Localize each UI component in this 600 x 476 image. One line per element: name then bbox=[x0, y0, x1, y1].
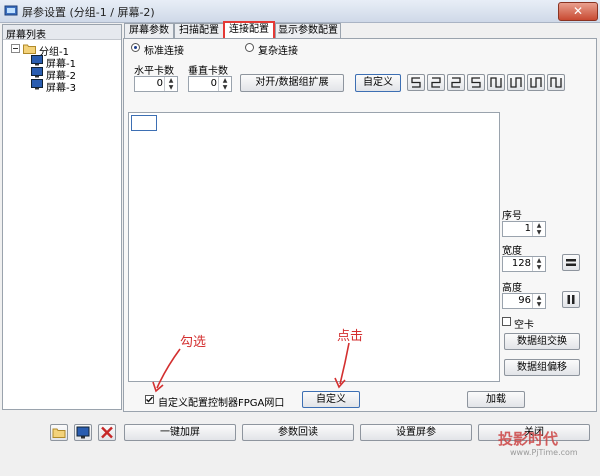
height-value: 96 bbox=[518, 295, 531, 306]
wiring-pattern-4-button[interactable] bbox=[467, 74, 485, 91]
height-label: 高度 bbox=[502, 283, 522, 294]
spin-arrows-icon[interactable]: ▲ ▼ bbox=[532, 257, 545, 271]
snake-up-left-icon bbox=[451, 77, 461, 88]
custom-fpga-button[interactable]: 自定义 bbox=[302, 391, 360, 408]
delete-button[interactable] bbox=[98, 424, 116, 441]
screen-list-header: 屏幕列表 bbox=[3, 25, 121, 41]
custom-connection-button[interactable]: 自定义 bbox=[355, 74, 401, 92]
v-cards-label: 垂直卡数 bbox=[188, 66, 228, 77]
complex-connection-label: 复杂连接 bbox=[258, 46, 298, 57]
h-cards-spinbox[interactable]: 0 ▲ ▼ bbox=[134, 76, 178, 92]
h-cards-label: 水平卡数 bbox=[134, 66, 174, 77]
spin-arrows-icon[interactable]: ▲ ▼ bbox=[164, 77, 177, 91]
wiring-pattern-5-button[interactable] bbox=[487, 74, 505, 91]
snake-left-icon bbox=[411, 77, 421, 88]
watermark-logo-text: 投影时代 bbox=[498, 430, 559, 448]
tab-scan-config[interactable]: 扫描配置 bbox=[174, 23, 224, 38]
set-params-button[interactable]: 设置屏参 bbox=[360, 424, 472, 441]
v-cards-value: 0 bbox=[210, 78, 217, 89]
custom-fpga-label: 自定义配置控制器FPGA网口 bbox=[158, 398, 285, 409]
connection-config-panel: 标准连接 复杂连接 水平卡数 0 ▲ ▼ 垂直卡数 0 ▲ ▼ 对开/数据组扩展 自… bbox=[123, 38, 597, 412]
folder-icon bbox=[23, 44, 36, 54]
wiring-pattern-7-button[interactable] bbox=[527, 74, 545, 91]
h-cards-value: 0 bbox=[156, 78, 163, 89]
snake-vertical-3-icon bbox=[530, 77, 542, 88]
snake-up-right-icon bbox=[471, 77, 481, 88]
index-value: 1 bbox=[524, 223, 531, 234]
wiring-pattern-2-button[interactable] bbox=[427, 74, 445, 91]
tab-screen-params[interactable]: 屏幕参数 bbox=[124, 23, 174, 38]
expand-data-group-button[interactable]: 对开/数据组扩展 bbox=[240, 74, 344, 92]
empty-card-checkbox[interactable]: 空卡 bbox=[502, 316, 552, 331]
index-label: 序号 bbox=[502, 211, 522, 222]
screen-list-title: 屏幕列表 bbox=[6, 30, 46, 41]
annotation-arrow-icon bbox=[334, 342, 350, 389]
spin-arrows-icon[interactable]: ▲ ▼ bbox=[218, 77, 231, 91]
screen-label-3: 屏幕-3 bbox=[46, 83, 76, 94]
monitor-icon bbox=[31, 55, 43, 66]
snake-vertical-1-icon bbox=[490, 77, 502, 88]
radio-selected-icon[interactable] bbox=[131, 43, 140, 52]
collapse-icon[interactable] bbox=[11, 44, 20, 53]
apply-height-button[interactable] bbox=[562, 291, 580, 308]
close-window-button[interactable]: ✕ bbox=[558, 2, 598, 21]
spin-arrows-icon[interactable]: ▲ ▼ bbox=[532, 294, 545, 308]
complex-connection-radio[interactable]: 复杂连接 bbox=[245, 42, 325, 57]
window-title: 屏参设置 (分组-1 / 屏幕-2) bbox=[22, 6, 155, 19]
checkbox-icon[interactable] bbox=[502, 317, 511, 326]
monitor-icon bbox=[31, 79, 43, 90]
vertical-bars-icon bbox=[567, 295, 575, 304]
snake-vertical-4-icon bbox=[550, 77, 562, 88]
title-bar: 屏参设置 (分组-1 / 屏幕-2) ✕ bbox=[0, 0, 600, 23]
param-readback-button[interactable]: 参数回读 bbox=[242, 424, 354, 441]
delete-x-icon bbox=[101, 426, 113, 439]
width-label: 宽度 bbox=[502, 246, 522, 257]
app-icon bbox=[4, 5, 18, 16]
offset-data-group-button[interactable]: 数据组偏移 bbox=[504, 359, 580, 376]
tab-display-params[interactable]: 显示参数配置 bbox=[275, 23, 341, 38]
checkbox-checked-icon[interactable] bbox=[145, 395, 154, 404]
snake-vertical-2-icon bbox=[510, 77, 522, 88]
screen-list-panel: 屏幕列表 分组-1 屏幕-1 屏幕-2 屏幕-3 bbox=[2, 24, 122, 410]
apply-width-button[interactable] bbox=[562, 254, 580, 271]
standard-connection-label: 标准连接 bbox=[144, 46, 184, 57]
annotation-arrow-icon bbox=[152, 348, 181, 393]
add-screen-button[interactable] bbox=[74, 424, 92, 441]
standard-connection-radio[interactable]: 标准连接 bbox=[131, 42, 211, 57]
custom-fpga-checkbox[interactable]: 自定义配置控制器FPGA网口 bbox=[145, 394, 305, 409]
index-spinbox[interactable]: 1 ▲ ▼ bbox=[502, 221, 546, 237]
monitor-icon bbox=[31, 67, 43, 78]
empty-card-label: 空卡 bbox=[514, 320, 534, 331]
wiring-pattern-8-button[interactable] bbox=[547, 74, 565, 91]
swap-data-group-button[interactable]: 数据组交换 bbox=[504, 333, 580, 350]
height-spinbox[interactable]: 96 ▲ ▼ bbox=[502, 293, 546, 309]
one-key-add-button[interactable]: 一键加屏 bbox=[124, 424, 236, 441]
screen-settings-window: 屏参设置 (分组-1 / 屏幕-2) ✕ 屏幕列表 分组-1 屏幕-1 屏幕-2… bbox=[0, 0, 600, 476]
wiring-pattern-1-button[interactable] bbox=[407, 74, 425, 91]
monitor-icon bbox=[76, 426, 90, 439]
canvas-cell[interactable] bbox=[131, 115, 157, 131]
watermark-url: www.PjTime.com bbox=[510, 448, 578, 457]
open-folder-button[interactable] bbox=[50, 424, 68, 441]
folder-icon bbox=[52, 428, 66, 438]
snake-right-icon bbox=[431, 77, 441, 88]
spin-arrows-icon[interactable]: ▲ ▼ bbox=[532, 222, 545, 236]
radio-unselected-icon[interactable] bbox=[245, 43, 254, 52]
wiring-pattern-6-button[interactable] bbox=[507, 74, 525, 91]
width-spinbox[interactable]: 128 ▲ ▼ bbox=[502, 256, 546, 272]
wiring-pattern-3-button[interactable] bbox=[447, 74, 465, 91]
horizontal-bars-icon bbox=[566, 259, 576, 266]
v-cards-spinbox[interactable]: 0 ▲ ▼ bbox=[188, 76, 232, 92]
load-button[interactable]: 加载 bbox=[467, 391, 525, 408]
width-value: 128 bbox=[511, 258, 531, 269]
